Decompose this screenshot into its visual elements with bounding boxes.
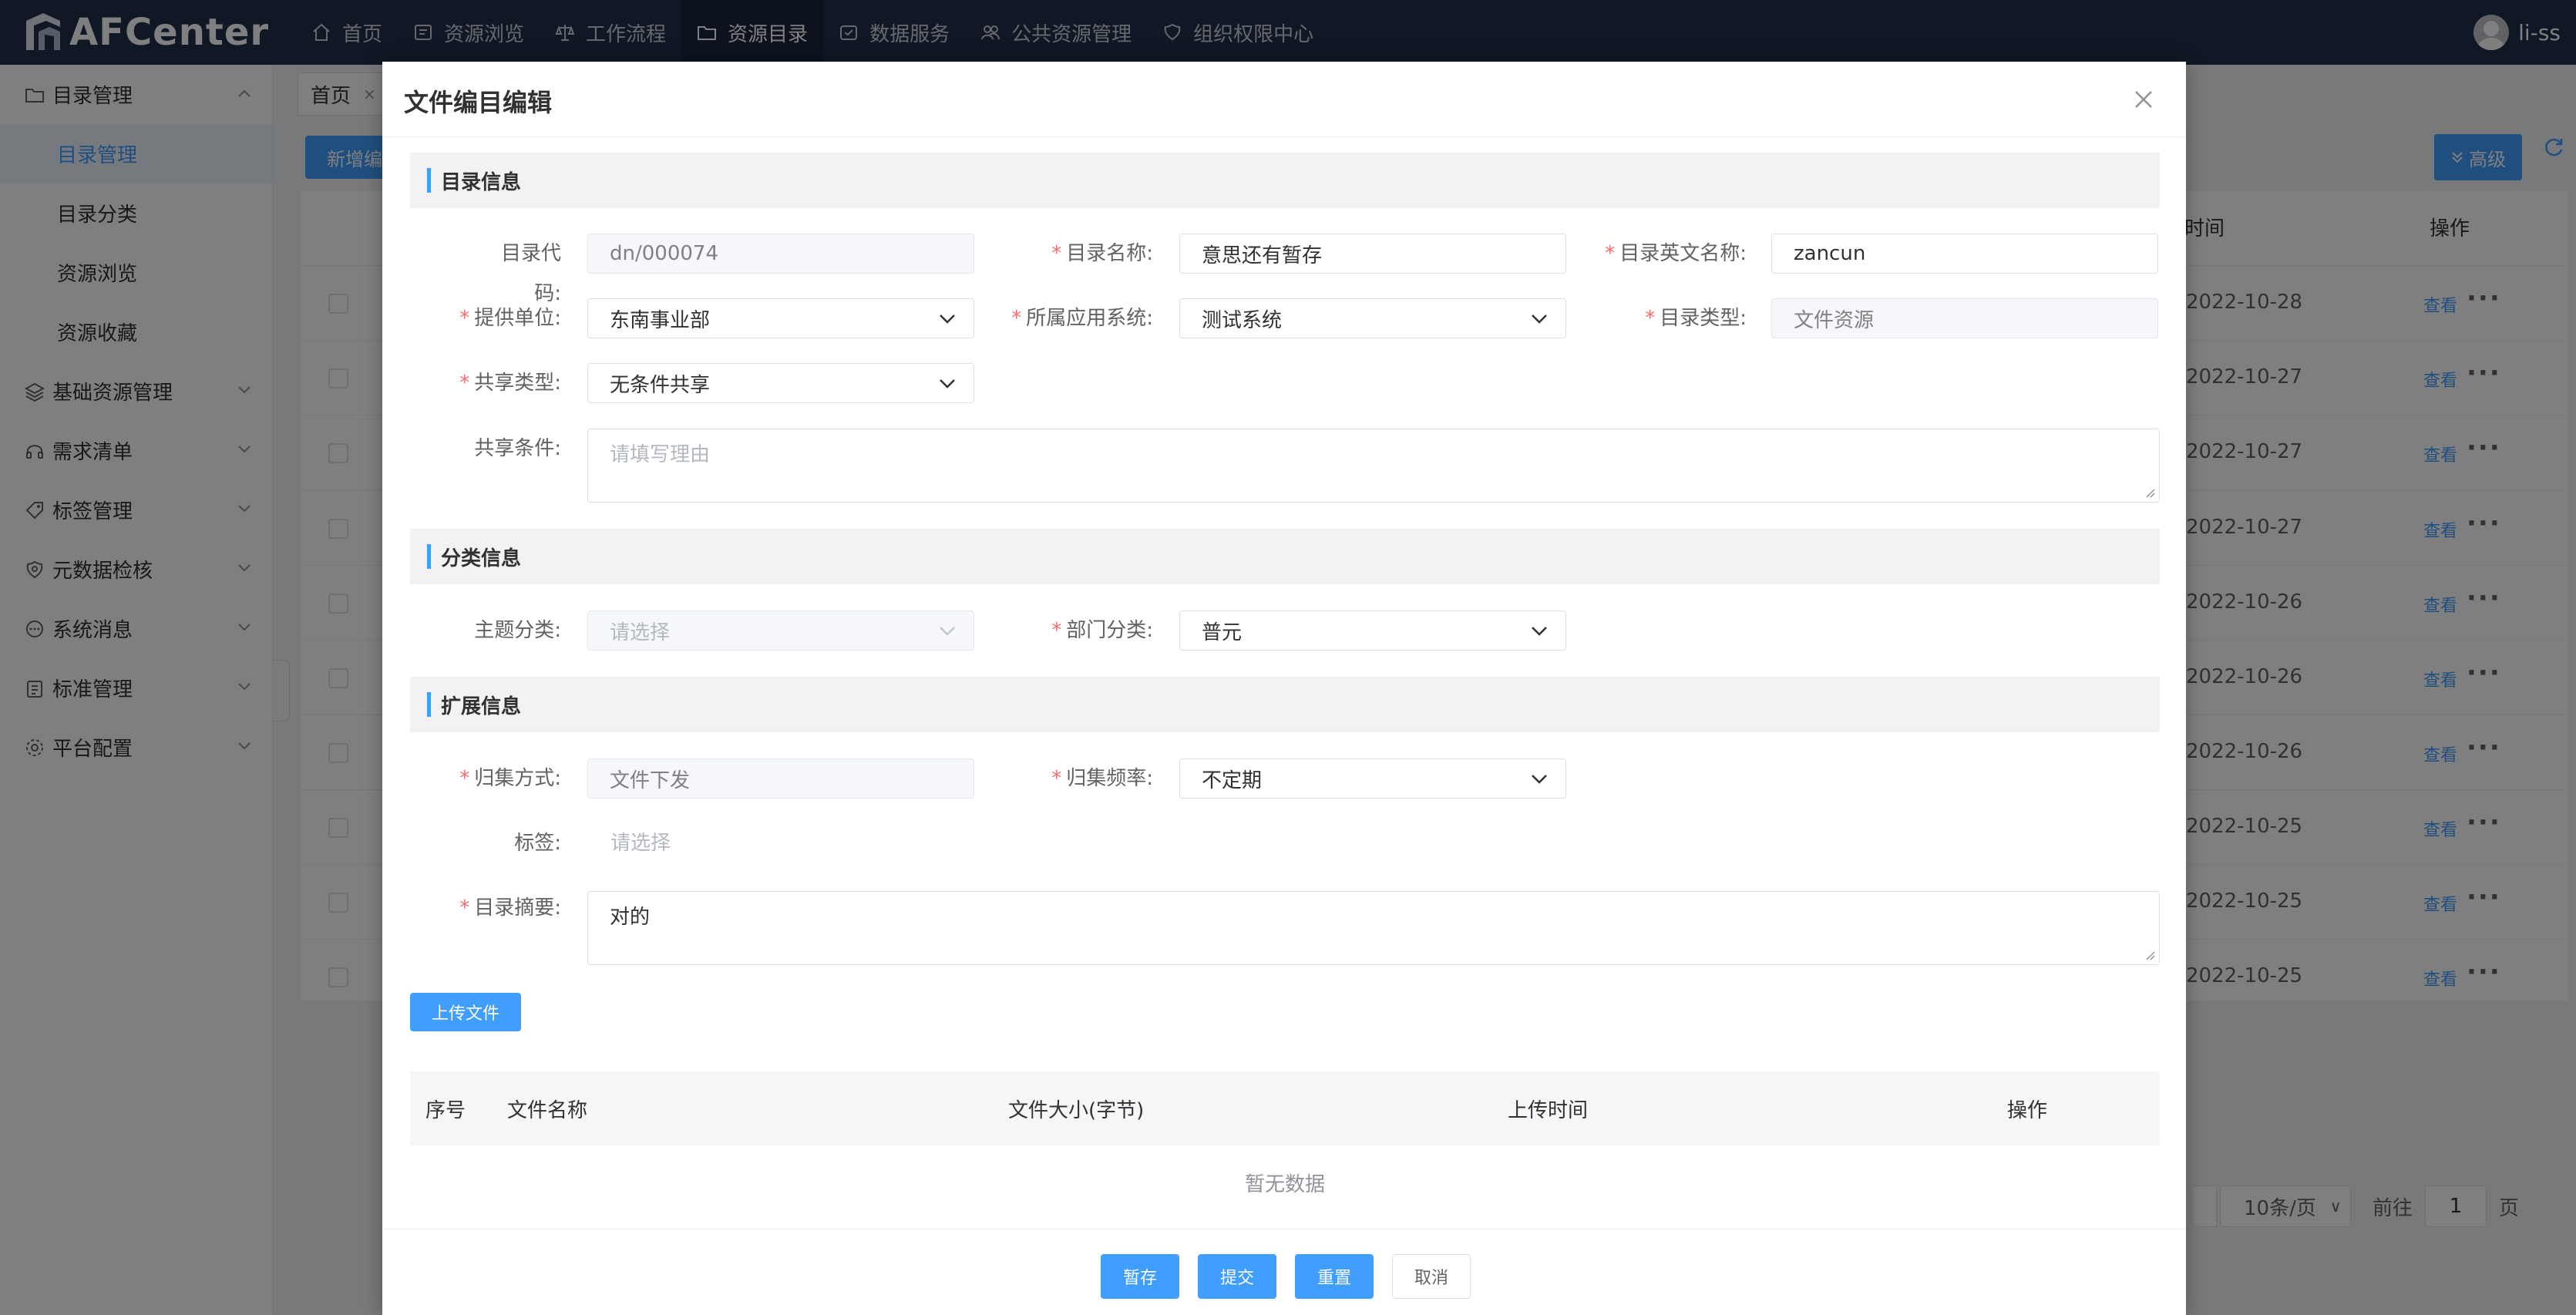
chevron-down-icon: [1532, 314, 1547, 324]
label-app-system: * 所属应用系统:: [1011, 307, 1153, 330]
label-tags: 标签:: [514, 832, 561, 855]
dept-select[interactable]: 普元: [1179, 610, 1566, 651]
section-title: 扩展信息: [441, 694, 522, 718]
collect-mode-field: 文件下发: [587, 758, 974, 799]
dialog-title: 文件编目编辑: [404, 88, 553, 117]
reset-button[interactable]: 重置: [1295, 1254, 1374, 1299]
label-dept: * 部门分类:: [1051, 619, 1153, 642]
chevron-down-icon: [940, 379, 955, 388]
chevron-down-icon: [940, 627, 955, 636]
summary-textarea[interactable]: 对的: [587, 891, 2160, 965]
share-type-select[interactable]: 无条件共享: [587, 363, 974, 403]
name-input[interactable]: 意思还有暂存: [1179, 234, 1566, 274]
save-draft-button[interactable]: 暂存: [1101, 1254, 1179, 1299]
resize-grip-icon[interactable]: [2144, 486, 2156, 499]
cancel-button[interactable]: 取消: [1392, 1254, 1471, 1299]
label-code: 目录代码:: [500, 242, 561, 305]
close-icon[interactable]: [2132, 88, 2155, 111]
file-table-empty: 暂无数据: [1244, 1173, 1325, 1196]
section-title: 目录信息: [441, 170, 522, 194]
column-upload-time: 上传时间: [1508, 1099, 1589, 1122]
tags-select[interactable]: 请选择: [610, 823, 671, 863]
column-index: 序号: [425, 1099, 466, 1122]
label-summary: * 目录摘要:: [459, 896, 561, 920]
upload-file-button[interactable]: 上传文件: [410, 993, 521, 1031]
file-catalog-edit-dialog: 文件编目编辑 目录信息 目录代码: dn/000074 * 目录名称: 意思还有暂…: [382, 62, 2186, 1315]
provider-select[interactable]: 东南事业部: [587, 298, 974, 338]
file-table-header: 序号 文件名称 文件大小(字节) 上传时间 操作: [410, 1071, 2160, 1145]
column-file-name: 文件名称: [507, 1099, 588, 1122]
section-catalog-info: 目录信息: [410, 153, 2160, 208]
section-extend-info: 扩展信息: [410, 677, 2160, 732]
label-collect-mode: * 归集方式:: [459, 767, 561, 790]
collect-freq-select[interactable]: 不定期: [1179, 758, 1566, 799]
app-system-select[interactable]: 测试系统: [1179, 298, 1566, 338]
code-field: dn/000074: [587, 234, 974, 274]
label-share-cond: 共享条件:: [474, 437, 561, 460]
label-name: * 目录名称:: [1051, 242, 1153, 265]
label-topic: 主题分类:: [474, 619, 561, 642]
chevron-down-icon: [1532, 627, 1547, 636]
submit-button[interactable]: 提交: [1198, 1254, 1276, 1299]
label-provider: * 提供单位:: [459, 307, 561, 330]
section-title: 分类信息: [441, 547, 522, 570]
dialog-footer: 暂存 提交 重置 取消: [382, 1229, 2186, 1315]
section-category-info: 分类信息: [410, 529, 2160, 584]
label-share-type: * 共享类型:: [459, 372, 561, 395]
en-name-input[interactable]: zancun: [1771, 234, 2158, 274]
column-file-size: 文件大小(字节): [1008, 1099, 1145, 1122]
resize-grip-icon[interactable]: [2144, 949, 2156, 961]
column-operation: 操作: [2007, 1099, 2048, 1122]
label-collect-freq: * 归集频率:: [1051, 767, 1153, 790]
chevron-down-icon: [1532, 775, 1547, 784]
catalog-type-field: 文件资源: [1771, 298, 2158, 338]
label-en-name: * 目录英文名称:: [1605, 242, 1747, 265]
topic-select[interactable]: 请选择: [587, 610, 974, 651]
share-condition-textarea[interactable]: 请填写理由: [587, 429, 2160, 503]
dialog-header: 文件编目编辑: [382, 62, 2186, 137]
label-catalog-type: * 目录类型:: [1645, 307, 1747, 330]
chevron-down-icon: [940, 314, 955, 324]
